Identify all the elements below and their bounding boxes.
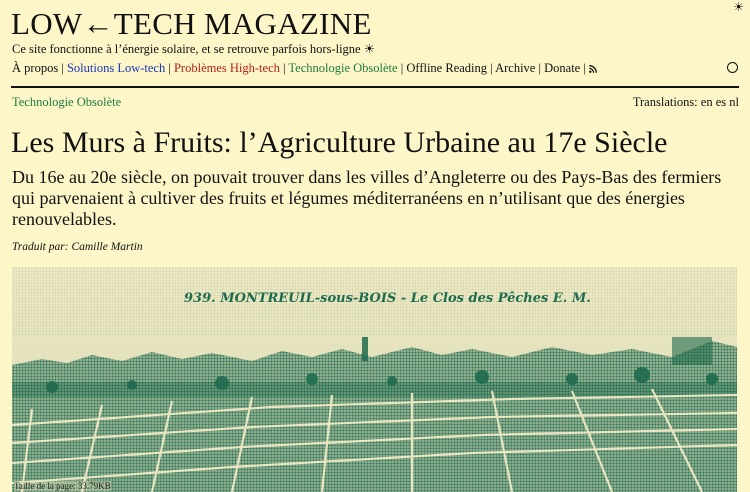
postcard-text: 939. MONTREUIL-sous-BOIS - Le Clos des P… bbox=[184, 291, 591, 306]
nav-item-donate[interactable]: Donate bbox=[544, 61, 580, 75]
site-tagline: Ce site fonctionne à l’énergie solaire, … bbox=[12, 42, 375, 56]
rss-icon[interactable] bbox=[589, 61, 597, 77]
nav-item-archive[interactable]: Archive bbox=[495, 61, 535, 75]
page-size-caption: Taille de la page: 33.79KB bbox=[14, 481, 111, 491]
nav-separator: | bbox=[538, 61, 541, 75]
nav-item-offline-reading[interactable]: Offline Reading bbox=[406, 61, 487, 75]
article-title: Les Murs à Fruits: l’Agriculture Urbaine… bbox=[11, 126, 668, 159]
translation-link-nl[interactable]: nl bbox=[729, 95, 739, 109]
postcard-illustration: 939. MONTREUIL-sous-BOIS - Le Clos des P… bbox=[12, 267, 737, 492]
byline-name: Camille Martin bbox=[71, 241, 143, 253]
sun-icon: ☀ bbox=[733, 0, 744, 14]
header-divider bbox=[11, 86, 739, 88]
translation-link-es[interactable]: es bbox=[716, 95, 726, 109]
byline-label: Traduit par: bbox=[12, 241, 69, 253]
nav-item-problemes-high-tech[interactable]: Problèmes High-tech bbox=[174, 61, 280, 75]
nav-separator: | bbox=[61, 61, 64, 75]
nav-separator: | bbox=[283, 61, 286, 75]
circle-icon[interactable] bbox=[727, 62, 738, 73]
byline: Traduit par: Camille Martin bbox=[12, 240, 143, 254]
site-title[interactable]: LOW←TECH MAGAZINE bbox=[11, 6, 372, 42]
nav-separator: | bbox=[168, 61, 171, 75]
article-hero-image: 939. MONTREUIL-sous-BOIS - Le Clos des P… bbox=[12, 267, 737, 492]
translations-label: Translations: bbox=[632, 95, 698, 109]
translations: Translations: en es nl bbox=[633, 94, 739, 110]
article-category-link[interactable]: Technologie Obsolète bbox=[12, 94, 121, 110]
translation-link-en[interactable]: en bbox=[701, 95, 713, 109]
nav-separator: | bbox=[490, 61, 493, 75]
nav-separator: | bbox=[400, 61, 404, 75]
article-lede: Du 16e au 20e siècle, on pouvait trouver… bbox=[12, 167, 722, 229]
nav-item-technologie-obsolete[interactable]: Technologie Obsolète bbox=[288, 61, 397, 75]
main-nav: À propos | Solutions Low-tech | Problème… bbox=[12, 60, 597, 77]
nav-separator: | bbox=[583, 61, 586, 75]
nav-item-solutions-low-tech[interactable]: Solutions Low-tech bbox=[67, 61, 165, 75]
nav-item-about[interactable]: À propos bbox=[12, 61, 58, 75]
